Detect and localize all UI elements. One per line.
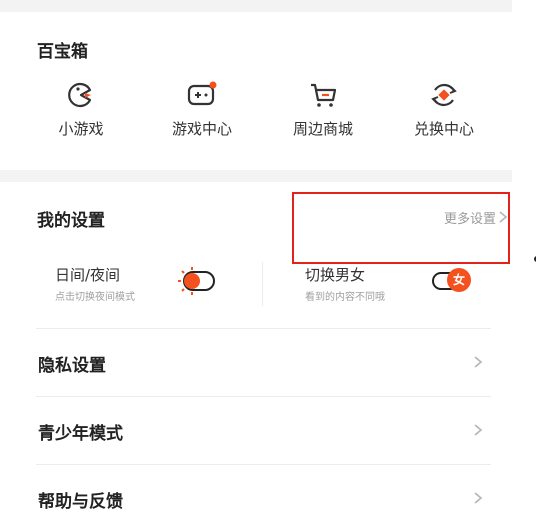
chevron-right-icon bbox=[474, 356, 483, 368]
shopping-cart-icon bbox=[311, 83, 337, 107]
tool-label: 小游戏 bbox=[58, 120, 104, 138]
tool-label: 周边商城 bbox=[292, 120, 353, 138]
top-separator bbox=[0, 0, 512, 12]
row-label: 隐私设置 bbox=[38, 356, 106, 376]
gender-toggle[interactable]: 女 bbox=[430, 266, 474, 296]
day-night-title: 日间/夜间 bbox=[55, 266, 121, 284]
chevron-right-icon bbox=[474, 424, 483, 436]
chevron-right-icon bbox=[474, 492, 483, 504]
pacman-icon bbox=[68, 82, 92, 108]
teen-mode-row[interactable]: 青少年模式 bbox=[36, 396, 491, 463]
toggle-divider bbox=[262, 262, 263, 306]
gamepad-icon bbox=[187, 81, 217, 106]
privacy-settings-row[interactable]: 隐私设置 bbox=[36, 328, 491, 395]
tool-label: 兑换中心 bbox=[413, 120, 474, 138]
toolbox-title: 百宝箱 bbox=[37, 42, 88, 62]
row-label: 青少年模式 bbox=[38, 424, 123, 444]
row-label: 帮助与反馈 bbox=[38, 492, 123, 512]
gender-subtitle: 看到的内容不同哦 bbox=[305, 292, 385, 303]
tool-game-center[interactable]: 游戏中心 bbox=[147, 78, 257, 139]
settings-title: 我的设置 bbox=[37, 211, 105, 231]
day-night-subtitle: 点击切换夜间模式 bbox=[55, 292, 135, 303]
female-badge: 女 bbox=[447, 268, 471, 292]
help-feedback-row[interactable]: 帮助与反馈 bbox=[36, 464, 491, 531]
tool-mini-games[interactable]: 小游戏 bbox=[26, 78, 136, 139]
exchange-icon bbox=[431, 83, 457, 107]
highlight-box bbox=[292, 192, 510, 264]
section-separator bbox=[0, 170, 512, 182]
day-night-toggle[interactable] bbox=[174, 266, 218, 296]
gender-title: 切换男女 bbox=[305, 266, 366, 284]
tool-label: 游戏中心 bbox=[171, 120, 232, 138]
tool-shop[interactable]: 周边商城 bbox=[268, 78, 378, 139]
tool-exchange[interactable]: 兑换中心 bbox=[389, 78, 499, 139]
